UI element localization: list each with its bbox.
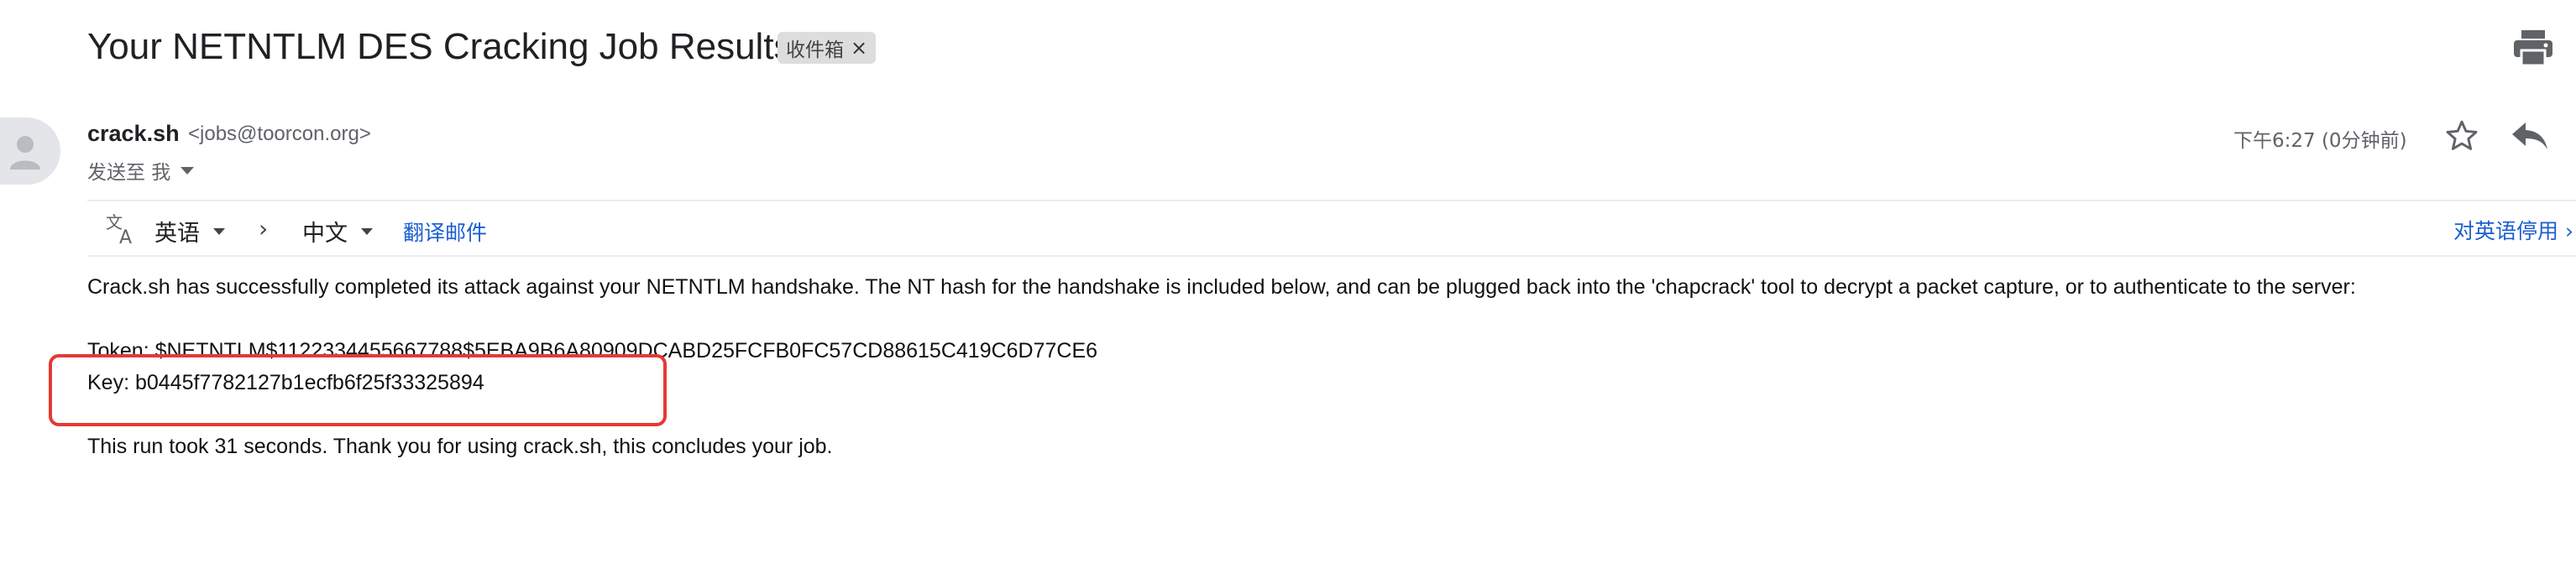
email-subject: Your NETNTLM DES Cracking Job Results (87, 26, 793, 67)
inbox-label-chip[interactable]: 收件箱 × (778, 32, 877, 64)
source-language-label: 英语 (154, 221, 200, 247)
sender-avatar (0, 117, 60, 185)
email-timestamp: 下午6:27 (0分钟前) (2233, 130, 2407, 152)
chevron-right-icon: › (259, 215, 269, 243)
chevron-down-icon (361, 227, 373, 235)
email-body-key: Key: b0445f7782127b1ecfb6f25f33325894 (87, 371, 484, 394)
disable-translation-link[interactable]: 对英语停用 › (2453, 215, 2573, 245)
disable-translation-label: 对英语停用 (2453, 219, 2559, 243)
translate-icon: 文 A (104, 210, 138, 248)
remove-label-icon[interactable]: × (851, 36, 867, 60)
target-language-label: 中文 (302, 221, 348, 247)
recipient-text: 发送至 我 (87, 162, 171, 184)
chevron-down-icon (213, 227, 225, 235)
print-icon[interactable] (2512, 29, 2554, 67)
source-language-dropdown[interactable]: 英语 (154, 215, 225, 248)
translate-bar-bottom-divider (87, 255, 2576, 257)
reply-icon[interactable] (2511, 119, 2549, 153)
email-body-closing: This run took 31 seconds. Thank you for … (87, 435, 833, 458)
sender-email: <jobs@toorcon.org> (188, 123, 371, 145)
email-body-intro: Crack.sh has successfully completed its … (87, 275, 2356, 299)
avatar-icon (10, 136, 40, 170)
sender-name: crack.sh (87, 121, 180, 146)
chevron-right-icon: › (2564, 219, 2573, 243)
label-chip-text: 收件箱 (786, 39, 844, 61)
star-icon[interactable] (2443, 117, 2480, 154)
recipient-details-toggle[interactable]: 发送至 我 (87, 156, 195, 185)
chevron-down-icon (181, 166, 195, 175)
target-language-dropdown[interactable]: 中文 (302, 215, 373, 248)
email-body-token: Token: $NETNTLM$1122334455667788$5EBA9B6… (87, 339, 1098, 363)
translate-bar-top-divider (87, 200, 2576, 201)
svg-text:A: A (119, 227, 132, 245)
translate-message-link[interactable]: 翻译邮件 (403, 216, 487, 247)
